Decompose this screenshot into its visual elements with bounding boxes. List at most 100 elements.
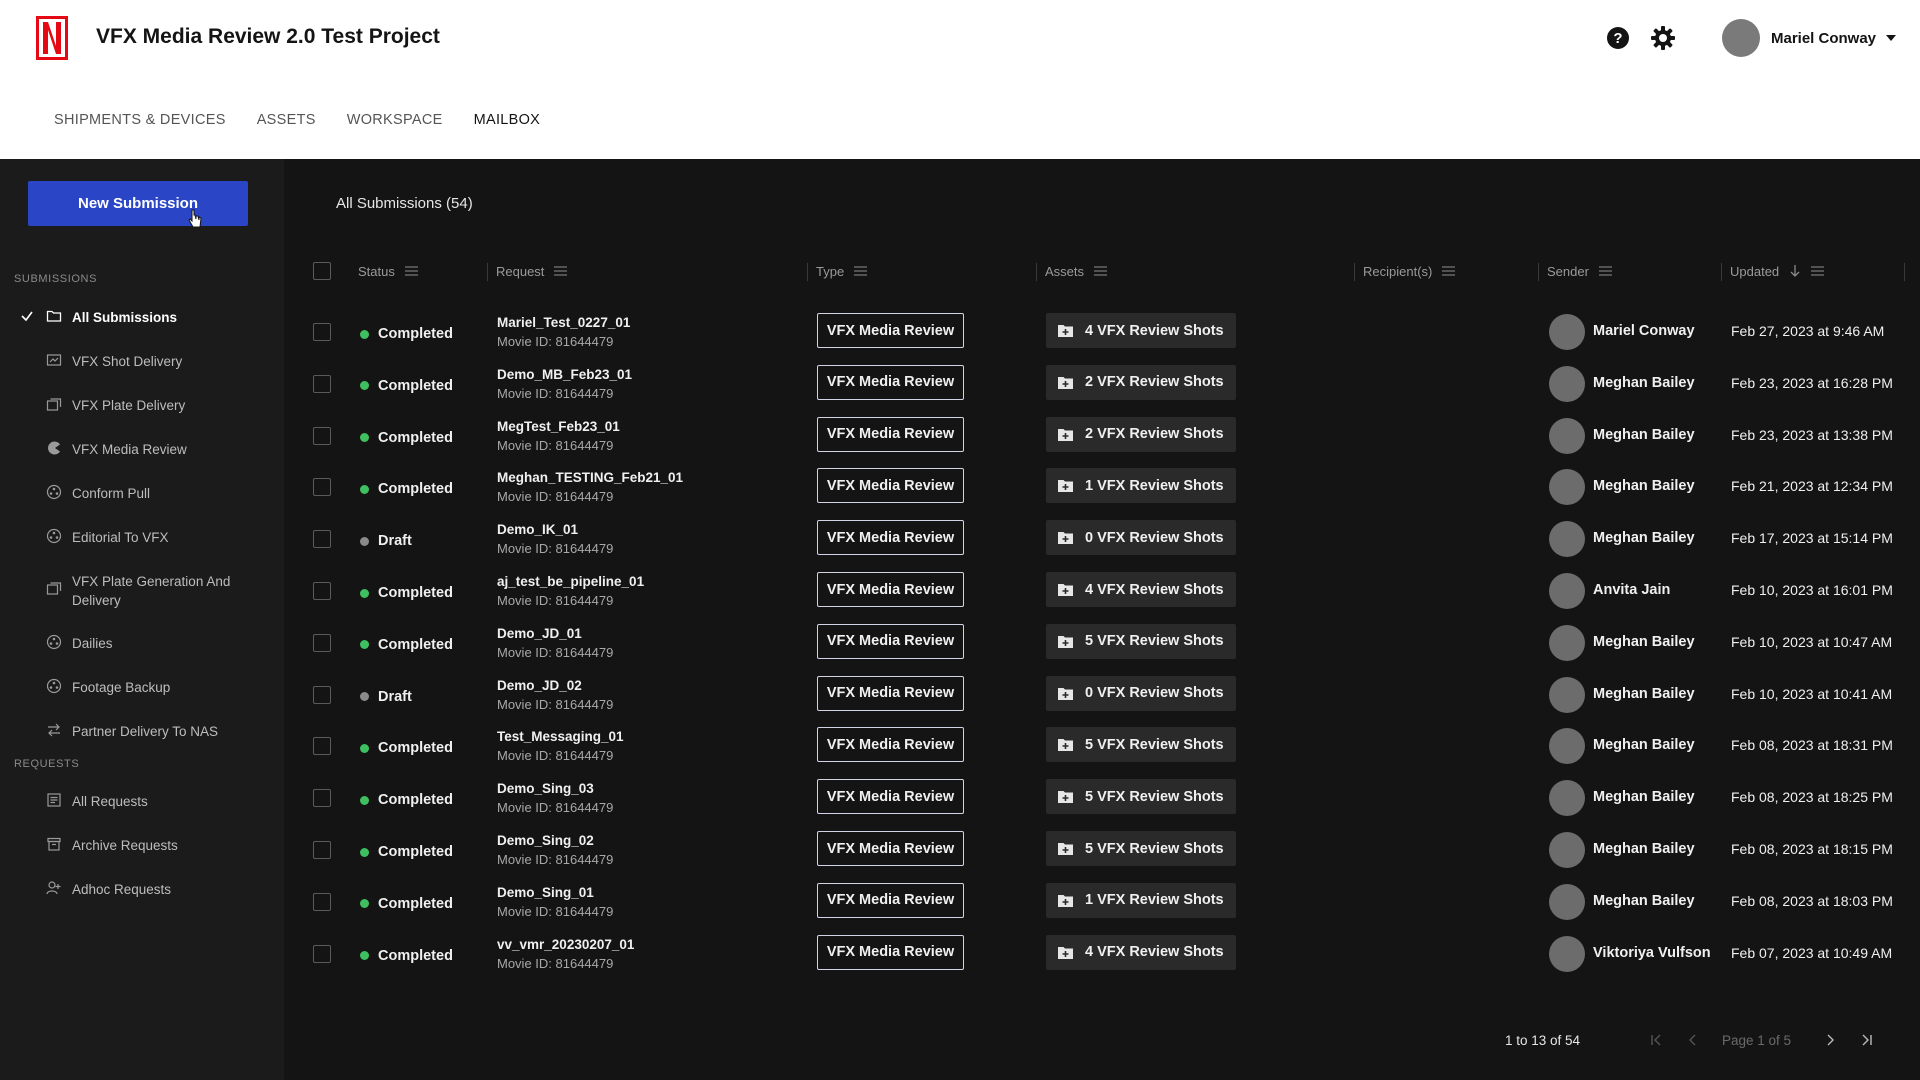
- request-name[interactable]: Demo_JD_01: [497, 626, 582, 641]
- column-divider[interactable]: [1036, 263, 1037, 281]
- sidebar-item-vfx-shot-delivery[interactable]: VFX Shot Delivery: [0, 352, 284, 372]
- row-checkbox[interactable]: [313, 737, 331, 756]
- select-all-checkbox[interactable]: [313, 262, 331, 280]
- assets-badge[interactable]: 1 VFX Review Shots: [1046, 468, 1236, 504]
- table-row[interactable]: Completed Meghan_TESTING_Feb21_01 Movie ID…: [284, 468, 1920, 520]
- request-name[interactable]: Mariel_Test_0227_01: [497, 315, 630, 330]
- assets-badge[interactable]: 5 VFX Review Shots: [1046, 831, 1236, 866]
- netflix-logo[interactable]: [36, 16, 68, 60]
- column-menu-icon[interactable]: [1598, 266, 1612, 276]
- request-name[interactable]: Demo_IK_01: [497, 522, 578, 537]
- table-row[interactable]: Completed Mariel_Test_0227_01 Movie ID: 81…: [284, 313, 1920, 365]
- sidebar-item-footage-backup[interactable]: Footage Backup: [0, 678, 284, 698]
- column-divider[interactable]: [1354, 263, 1355, 281]
- request-name[interactable]: Demo_MB_Feb23_01: [497, 367, 632, 382]
- sidebar-item-all-requests[interactable]: All Requests: [0, 792, 284, 812]
- row-checkbox[interactable]: [313, 944, 331, 963]
- tab-mailbox[interactable]: MAILBOX: [474, 112, 541, 128]
- assets-badge[interactable]: 4 VFX Review Shots: [1046, 313, 1236, 348]
- previous-page-icon[interactable]: [1684, 1031, 1702, 1049]
- tab-shipments-devices[interactable]: SHIPMENTS & DEVICES: [54, 112, 226, 128]
- row-checkbox[interactable]: [313, 685, 331, 704]
- column-recipients[interactable]: Recipient(s): [1363, 259, 1456, 283]
- sidebar-item-partner-delivery[interactable]: Partner Delivery To NAS: [0, 722, 284, 742]
- column-request[interactable]: Request: [496, 259, 568, 283]
- table-row[interactable]: Completed Demo_Sing_01 Movie ID: 81644479 V…: [284, 882, 1920, 935]
- assets-badge[interactable]: 4 VFX Review Shots: [1046, 934, 1236, 970]
- sort-descending-icon[interactable]: [1789, 264, 1801, 278]
- row-checkbox[interactable]: [313, 530, 331, 549]
- type-badge[interactable]: VFX Media Review: [817, 313, 964, 348]
- request-name[interactable]: vv_vmr_20230207_01: [497, 937, 634, 952]
- user-menu[interactable]: Mariel Conway: [1722, 19, 1897, 57]
- column-divider[interactable]: [1721, 263, 1722, 281]
- request-name[interactable]: aj_test_be_pipeline_01: [497, 574, 644, 589]
- column-type[interactable]: Type: [816, 259, 868, 283]
- next-page-icon[interactable]: [1821, 1031, 1839, 1049]
- request-name[interactable]: Demo_Sing_03: [497, 781, 594, 796]
- type-badge[interactable]: VFX Media Review: [817, 779, 964, 815]
- assets-badge[interactable]: 1 VFX Review Shots: [1046, 882, 1236, 918]
- request-name[interactable]: MegTest_Feb23_01: [497, 419, 620, 434]
- type-badge[interactable]: VFX Media Review: [817, 416, 964, 452]
- sidebar-item-vfx-media-review[interactable]: VFX Media Review: [0, 440, 284, 460]
- request-name[interactable]: Demo_JD_02: [497, 678, 582, 693]
- column-menu-icon[interactable]: [1442, 266, 1456, 276]
- table-row[interactable]: Draft Demo_JD_02 Movie ID: 81644479 VFX Med…: [284, 675, 1920, 728]
- gear-icon[interactable]: [1650, 25, 1676, 51]
- table-row[interactable]: Completed aj_test_be_pipeline_01 Movie ID:…: [284, 572, 1920, 624]
- request-name[interactable]: Test_Messaging_01: [497, 729, 624, 744]
- type-badge[interactable]: VFX Media Review: [817, 934, 964, 970]
- type-badge[interactable]: VFX Media Review: [817, 468, 964, 504]
- row-checkbox[interactable]: [313, 892, 331, 911]
- column-assets[interactable]: Assets: [1045, 259, 1108, 283]
- column-divider[interactable]: [1904, 263, 1905, 281]
- table-row[interactable]: Draft Demo_IK_01 Movie ID: 81644479 VFX Med…: [284, 520, 1920, 572]
- type-badge[interactable]: VFX Media Review: [817, 727, 964, 763]
- table-row[interactable]: Completed Demo_Sing_03 Movie ID: 81644479 V…: [284, 779, 1920, 831]
- row-checkbox[interactable]: [313, 374, 331, 393]
- type-badge[interactable]: VFX Media Review: [817, 572, 964, 607]
- assets-badge[interactable]: 2 VFX Review Shots: [1046, 364, 1236, 400]
- sidebar-item-adhoc-requests[interactable]: Adhoc Requests: [0, 880, 284, 900]
- sidebar-item-archive-requests[interactable]: Archive Requests: [0, 836, 284, 856]
- assets-badge[interactable]: 0 VFX Review Shots: [1046, 520, 1236, 556]
- type-badge[interactable]: VFX Media Review: [817, 623, 964, 659]
- row-checkbox[interactable]: [313, 633, 331, 652]
- request-name[interactable]: Demo_Sing_01: [497, 885, 594, 900]
- sidebar-item-editorial-to-vfx[interactable]: Editorial To VFX: [0, 528, 284, 548]
- row-checkbox[interactable]: [313, 323, 331, 341]
- assets-badge[interactable]: 2 VFX Review Shots: [1046, 416, 1236, 452]
- type-badge[interactable]: VFX Media Review: [817, 831, 964, 866]
- sidebar-item-all-submissions[interactable]: All Submissions: [0, 308, 284, 328]
- assets-badge[interactable]: 5 VFX Review Shots: [1046, 623, 1236, 659]
- assets-badge[interactable]: 4 VFX Review Shots: [1046, 572, 1236, 607]
- sidebar-item-conform-pull[interactable]: Conform Pull: [0, 484, 284, 504]
- table-row[interactable]: Completed Test_Messaging_01 Movie ID: 8164…: [284, 727, 1920, 779]
- type-badge[interactable]: VFX Media Review: [817, 675, 964, 711]
- assets-badge[interactable]: 0 VFX Review Shots: [1046, 675, 1236, 711]
- column-updated[interactable]: Updated: [1730, 259, 1825, 283]
- table-row[interactable]: Completed Demo_JD_01 Movie ID: 81644479 VFX…: [284, 623, 1920, 676]
- column-divider[interactable]: [1538, 263, 1539, 281]
- column-menu-icon[interactable]: [554, 266, 568, 276]
- tab-assets[interactable]: ASSETS: [257, 112, 316, 128]
- row-checkbox[interactable]: [313, 841, 331, 859]
- request-name[interactable]: Meghan_TESTING_Feb21_01: [497, 470, 683, 485]
- table-row[interactable]: Completed Demo_MB_Feb23_01 Movie ID: 81644…: [284, 364, 1920, 417]
- table-row[interactable]: Completed MegTest_Feb23_01 Movie ID: 81644…: [284, 416, 1920, 469]
- column-divider[interactable]: [807, 263, 808, 281]
- assets-badge[interactable]: 5 VFX Review Shots: [1046, 779, 1236, 815]
- table-row[interactable]: Completed Demo_Sing_02 Movie ID: 81644479 V…: [284, 831, 1920, 883]
- sidebar-item-vfx-plate-delivery[interactable]: VFX Plate Delivery: [0, 396, 284, 416]
- sidebar-item-dailies[interactable]: Dailies: [0, 634, 284, 654]
- type-badge[interactable]: VFX Media Review: [817, 882, 964, 918]
- first-page-icon[interactable]: [1647, 1031, 1665, 1049]
- tab-workspace[interactable]: WORKSPACE: [347, 112, 443, 128]
- column-sender[interactable]: Sender: [1547, 259, 1612, 283]
- column-menu-icon[interactable]: [404, 266, 418, 276]
- help-icon[interactable]: ?: [1606, 26, 1630, 50]
- new-submission-button[interactable]: New Submission: [28, 181, 248, 226]
- type-badge[interactable]: VFX Media Review: [817, 364, 964, 400]
- type-badge[interactable]: VFX Media Review: [817, 520, 964, 556]
